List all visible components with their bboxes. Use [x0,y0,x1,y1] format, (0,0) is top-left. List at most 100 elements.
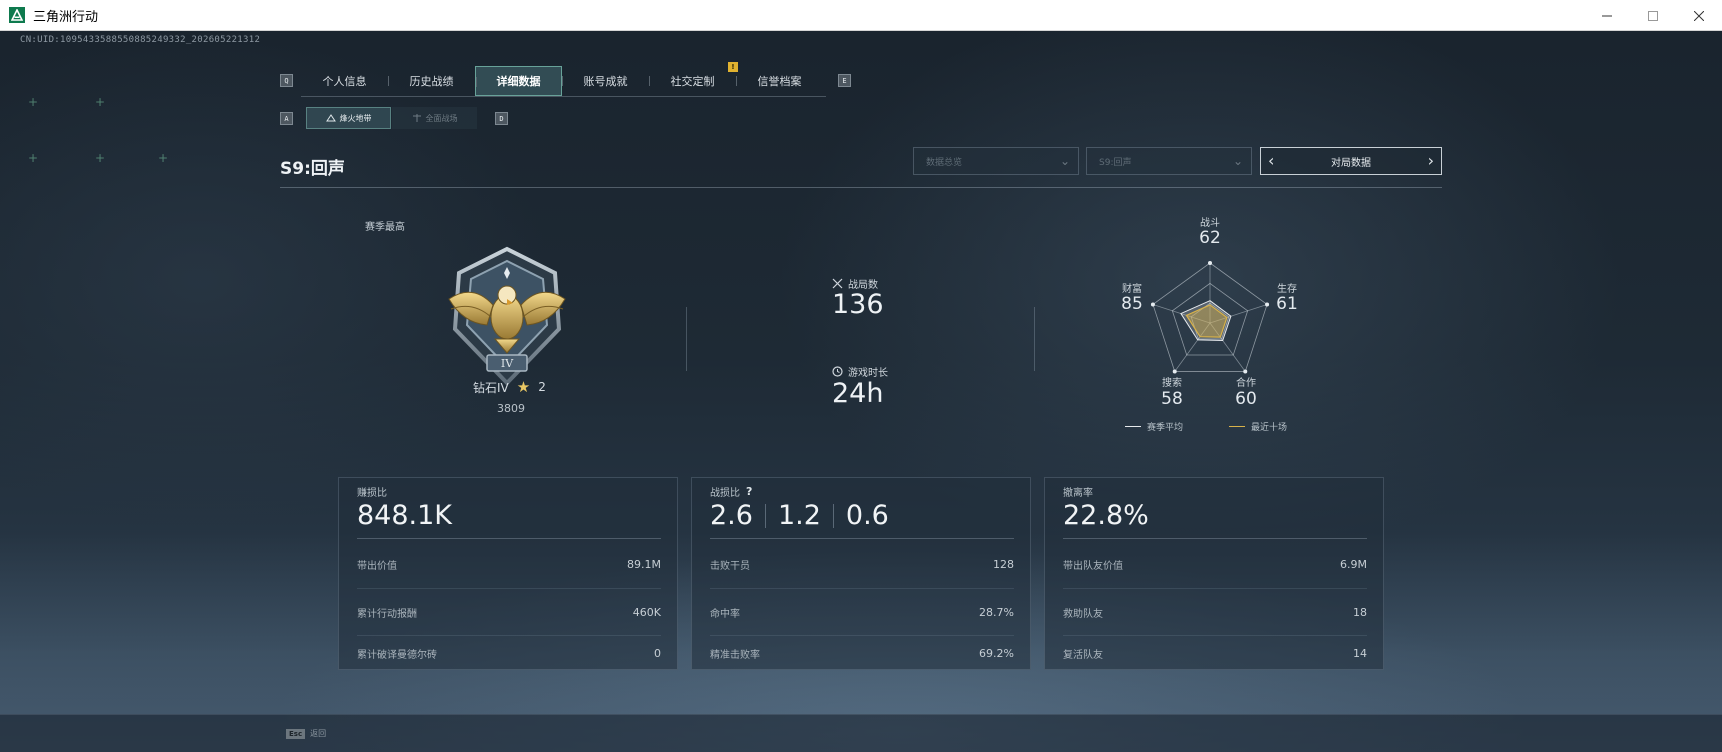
season-best-label: 赛季最高 [365,222,405,233]
rank-stars-count: 2 [538,380,546,394]
tab-label: 账号成就 [583,75,628,88]
stat-value: 28.7% [979,605,1014,619]
tab-personal-info[interactable]: 个人信息 [301,66,388,96]
stat-label: 复活队友 [1063,650,1103,661]
stat-label: 精准击败率 [710,650,760,661]
tab-underline [301,96,826,97]
chevron-right-icon[interactable]: › [1428,151,1434,170]
profit-panel: 赚损比 848.1K 带出价值 89.1M 累计行动报酬 460K 累计破译曼德… [338,477,678,670]
stat-value: 128 [993,558,1014,571]
stat-label: 命中率 [710,608,740,620]
kd-values: 2.6 1.2 0.6 [710,500,889,531]
svg-text:IV: IV [501,357,514,370]
crosshair-icon: + [28,95,39,109]
eagle-rank-emblem-icon: IV [448,246,566,386]
stat-value: 0 [654,647,661,660]
legend-swatch [1125,426,1141,427]
radar-value-search: 58 [1161,389,1183,409]
stat-label: 带出队友价值 [1063,561,1123,572]
stat-row: 救助队友 18 [1063,588,1367,635]
radar-label-cooperation: 合作 [1236,378,1256,389]
maximize-button[interactable] [1630,0,1676,31]
prev-subtab-key-hint: A [280,112,293,125]
radar-vertex-dot [1172,369,1177,374]
stat-label: 带出价值 [357,561,397,572]
stat-value: 6.9M [1340,558,1367,571]
clock-icon [832,366,843,377]
stat-value: 14 [1353,647,1367,660]
dropdown-value: S9:回声 [1099,157,1132,168]
panel-divider [1063,538,1367,539]
legend-swatch [1229,426,1245,427]
radar-vertex-dot [1208,261,1212,265]
radar-label-survival: 生存 [1277,284,1297,295]
subtab-label: 烽火地带 [339,113,372,123]
stat-row: 击败干员 128 [710,541,1014,588]
legend-season-average: 赛季平均 [1125,420,1183,433]
esc-key-hint: Esc [286,728,306,739]
tab-achievements[interactable]: 账号成就 [562,66,649,96]
stat-row: 带出队友价值 6.9M [1063,541,1367,588]
subtab-label: 全面战场 [425,113,458,123]
main-tabs: 个人信息 历史战绩 详细数据 账号成就 社交定制 信誉档案 [301,66,823,96]
panel-divider [710,538,1014,539]
battlefield-icon [412,114,421,122]
chevron-down-icon: ⌄ [1059,154,1070,168]
legend-label: 最近十场 [1251,423,1288,433]
value-separator [832,503,834,528]
data-overview-dropdown[interactable]: 数据总览 ⌄ [913,147,1079,175]
crossed-swords-icon [832,278,843,289]
radar-value-survival: 61 [1276,294,1298,314]
back-button[interactable]: Esc 返回 [286,728,326,739]
stat-row: 精准击败率 69.2% [710,635,1014,671]
subtab-full-battlefield[interactable]: 全面战场 [392,107,477,129]
kd-value: 0.6 [845,500,889,531]
panel-title: 撤离率 [1063,488,1093,499]
kd-panel: 战损比 ? 2.6 1.2 0.6 击败干员 128 命中率 28.7% 精准击… [691,477,1031,670]
minimize-icon [1602,15,1612,16]
window-title: 三角洲行动 [33,9,99,25]
uid-text: CN:UID:1095433588550885249332_2026052213… [20,35,261,45]
radar-value-combat: 62 [1199,228,1221,248]
tab-label: 个人信息 [322,75,367,88]
close-icon [1694,10,1704,21]
radar-label-wealth: 财富 [1122,284,1142,295]
profit-label: 赚损比 [357,484,387,499]
panel-main-value: 848.1K [357,500,453,531]
playtime-label: 游戏时长 [832,364,888,379]
help-icon[interactable]: ? [746,485,752,498]
stat-row: 命中率 28.7% [710,588,1014,635]
rank-tier-text: 钻石IV [473,380,509,395]
chevron-down-icon: ⌄ [1232,154,1243,168]
stat-value: 18 [1353,605,1367,619]
back-label: 返回 [310,729,327,738]
subtab-hazard-zone[interactable]: 烽火地带 [306,107,391,129]
extraction-value: 22.8% [1063,500,1149,531]
profit-value: 848.1K [357,500,452,531]
tab-label: 社交定制 [670,75,715,88]
season-dropdown[interactable]: S9:回声 ⌄ [1086,147,1252,175]
tab-match-history[interactable]: 历史战绩 [388,66,475,96]
stat-label: 救助队友 [1063,608,1103,620]
tab-detailed-data[interactable]: 详细数据 [475,66,562,96]
hazard-zone-icon [325,114,336,122]
tab-label: 详细数据 [496,75,541,88]
tab-social-custom[interactable]: 社交定制 [649,66,736,96]
legend-recent-ten: 最近十场 [1229,420,1287,433]
minimize-button[interactable] [1584,0,1630,31]
tab-credit-record[interactable]: 信誉档案 [736,66,823,96]
radar-value-cooperation: 60 [1235,389,1257,409]
close-button[interactable] [1676,0,1722,31]
chevron-left-icon[interactable]: ‹ [1268,151,1274,170]
kd-value: 1.2 [777,500,821,531]
dropdown-value: 数据总览 [926,157,963,168]
panel-divider [357,538,661,539]
next-tab-key-hint: E [838,74,851,87]
match-data-pager: ‹ 对局数据 › [1260,147,1442,175]
header-divider [280,187,1442,188]
crosshair-icon: + [28,151,39,165]
radar-label-search: 搜索 [1162,378,1182,389]
legend-label: 赛季平均 [1147,423,1184,433]
bottom-bar [0,714,1722,752]
radar-vertex-dot [1243,369,1248,374]
